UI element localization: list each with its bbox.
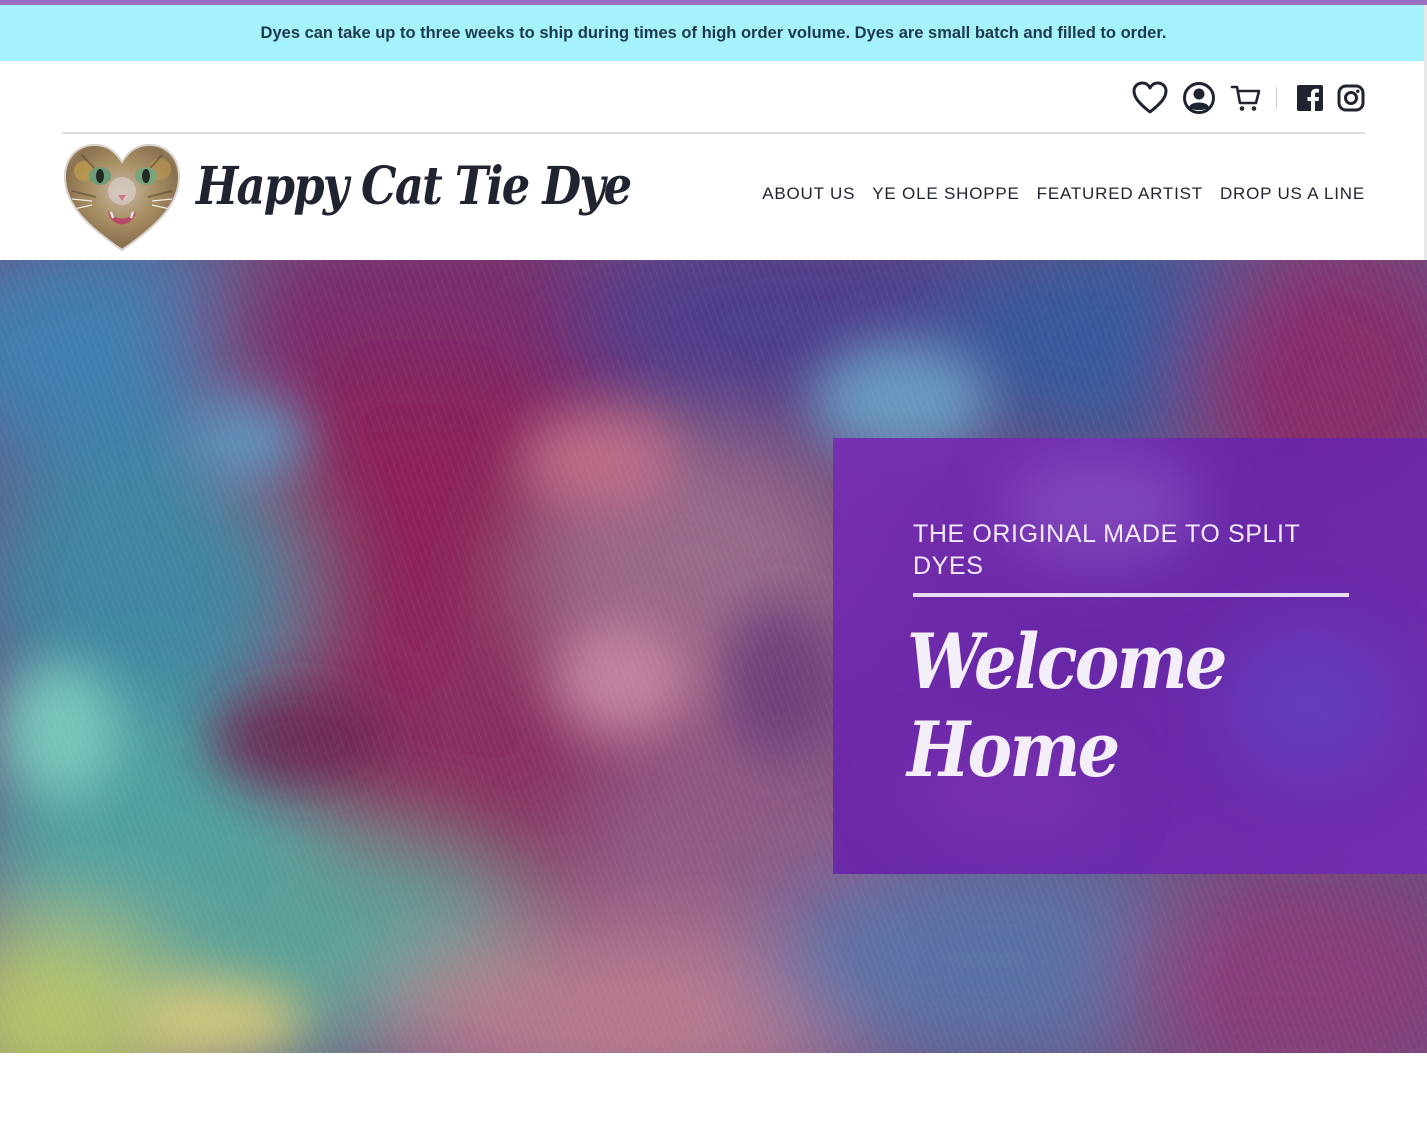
utility-bar <box>1118 80 1365 116</box>
welcome-card: THE ORIGINAL MADE TO SPLIT DYES Welcome … <box>833 438 1427 874</box>
heart-icon[interactable] <box>1132 81 1168 115</box>
hero-headline: Welcome Home <box>907 617 1227 794</box>
header-divider <box>62 132 1365 134</box>
announcement-text: Dyes can take up to three weeks to ship … <box>260 23 1167 42</box>
nav-item-shop[interactable]: YE OLE SHOPPE <box>872 184 1019 204</box>
nav-item-about-us[interactable]: ABOUT US <box>762 184 855 204</box>
hero-kicker: THE ORIGINAL MADE TO SPLIT DYES <box>913 520 1300 580</box>
nav-item-contact[interactable]: DROP US A LINE <box>1220 184 1365 204</box>
cart-icon[interactable] <box>1230 83 1262 113</box>
kicker-divider <box>913 593 1349 597</box>
cat-heart-logo[interactable] <box>62 141 182 253</box>
account-icon[interactable] <box>1182 81 1216 115</box>
announcement-bar: Dyes can take up to three weeks to ship … <box>0 5 1427 61</box>
nav-item-featured-artist[interactable]: FEATURED ARTIST <box>1037 184 1203 204</box>
hero-banner: THE ORIGINAL MADE TO SPLIT DYES Welcome … <box>0 260 1427 1053</box>
instagram-icon[interactable] <box>1337 84 1365 112</box>
utility-divider <box>1276 87 1277 109</box>
facebook-icon[interactable] <box>1297 85 1323 111</box>
site-title[interactable]: Happy Cat Tie Dye <box>196 156 632 217</box>
main-nav: ABOUT US YE OLE SHOPPE FEATURED ARTIST D… <box>762 184 1365 204</box>
